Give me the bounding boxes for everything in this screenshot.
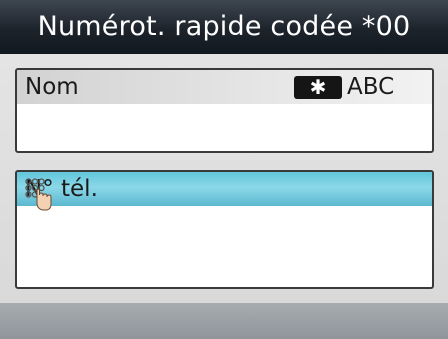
name-field[interactable]: Nom ✱ ABC — [15, 68, 434, 153]
phone-field[interactable]: N° tél. — [15, 170, 434, 289]
title-bar: Numérot. rapide codée *00 — [0, 0, 448, 54]
input-mode-key-icon: ✱ — [294, 76, 342, 99]
phone-field-header: N° tél. — [17, 172, 432, 206]
keypad-touch-icon — [25, 178, 52, 211]
page-title: Numérot. rapide codée *00 — [37, 11, 411, 42]
name-input[interactable] — [17, 104, 432, 151]
phone-input[interactable] — [17, 206, 432, 287]
bottom-bar — [0, 303, 448, 339]
name-field-label: Nom — [25, 74, 79, 100]
input-mode-label: ABC — [347, 74, 395, 100]
